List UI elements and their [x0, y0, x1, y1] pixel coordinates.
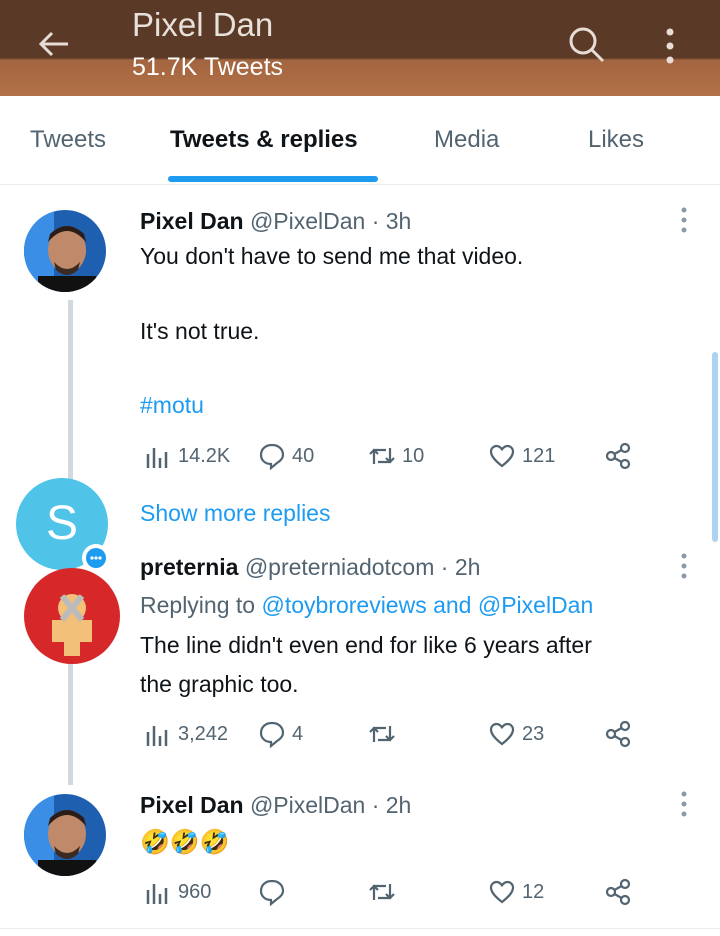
- avatar[interactable]: [24, 210, 106, 292]
- views-icon: [146, 726, 168, 746]
- back-arrow-icon[interactable]: [36, 26, 72, 62]
- profile-tabs: Tweets Tweets & replies Media Likes: [0, 96, 720, 185]
- retweet-button[interactable]: 10: [368, 442, 424, 470]
- scrollbar[interactable]: [712, 352, 718, 542]
- heart-icon: [489, 722, 515, 746]
- tweet-menu-icon[interactable]: [680, 206, 688, 234]
- replying-to: Replying to @toybroreviews and @PixelDan: [140, 592, 593, 619]
- views-icon: [146, 884, 168, 904]
- tweet-text: the graphic too.: [140, 671, 299, 697]
- retweet-icon: [369, 884, 395, 900]
- active-tab-indicator: [168, 176, 378, 182]
- tweet-emoji: 🤣🤣🤣: [140, 829, 230, 856]
- author-name[interactable]: Pixel Dan: [140, 208, 244, 234]
- like-button[interactable]: 121: [488, 442, 555, 470]
- views-icon: [146, 448, 168, 468]
- reply-button[interactable]: 4: [258, 720, 303, 748]
- tab-likes[interactable]: Likes: [588, 126, 644, 154]
- replying-to-label: Replying to: [140, 592, 256, 618]
- tweet-menu-icon[interactable]: [680, 552, 688, 580]
- more-options-icon[interactable]: [660, 26, 680, 66]
- like-count: 121: [522, 444, 556, 467]
- share-button[interactable]: [604, 442, 632, 470]
- profile-header: Pixel Dan 51.7K Tweets: [0, 0, 720, 96]
- heart-icon: [489, 444, 515, 468]
- message-bubble-icon: [86, 548, 106, 568]
- share-icon: [605, 878, 631, 906]
- author-handle-time[interactable]: @preterniadotcom · 2h: [245, 554, 481, 580]
- replying-to-link[interactable]: @toybroreviews and @PixelDan: [261, 592, 593, 618]
- tweet-header: preternia @preterniadotcom · 2h: [140, 554, 480, 581]
- like-count: 23: [522, 722, 545, 745]
- share-icon: [605, 442, 631, 470]
- profile-name: Pixel Dan: [132, 6, 274, 43]
- reply-button[interactable]: 40: [258, 442, 314, 470]
- views-count: 3,242: [178, 722, 229, 745]
- views-count: 14.2K: [178, 444, 231, 467]
- tweet-text: You don't have to send me that video.: [140, 243, 524, 269]
- reply-icon: [259, 721, 285, 748]
- tab-tweets[interactable]: Tweets: [30, 126, 106, 154]
- hashtag-link[interactable]: #motu: [140, 392, 204, 419]
- views-button[interactable]: 3,242: [144, 720, 228, 748]
- like-count: 12: [522, 880, 545, 903]
- tweet-menu-icon[interactable]: [680, 790, 688, 818]
- tweet-actions: 3,242 4 23: [140, 720, 640, 750]
- like-button[interactable]: 23: [488, 720, 544, 748]
- tweet-actions: 960 12: [140, 878, 640, 908]
- avatar[interactable]: [24, 568, 120, 664]
- reply-icon: [259, 443, 285, 470]
- retweet-icon: [369, 448, 395, 464]
- retweet-icon: [369, 726, 395, 742]
- reply-count: 40: [292, 444, 315, 467]
- author-handle-time[interactable]: @PixelDan · 3h: [250, 208, 411, 234]
- author-name[interactable]: Pixel Dan: [140, 792, 244, 818]
- tab-media[interactable]: Media: [434, 126, 499, 154]
- reply-count: 4: [292, 722, 304, 745]
- views-button[interactable]: 14.2K: [144, 442, 230, 470]
- tweet-count: 51.7K Tweets: [132, 53, 284, 81]
- share-button[interactable]: [604, 878, 632, 906]
- show-more-replies-link[interactable]: Show more replies: [140, 500, 330, 527]
- tab-tweets-and-replies[interactable]: Tweets & replies: [170, 126, 358, 154]
- tweet-header: Pixel Dan @PixelDan · 2h: [140, 792, 411, 819]
- thread-line: [68, 300, 73, 485]
- tweet-text: The line didn't even end for like 6 year…: [140, 632, 592, 658]
- like-button[interactable]: 12: [488, 878, 544, 906]
- thread-line: [68, 655, 73, 785]
- retweet-button[interactable]: [368, 720, 402, 748]
- views-button[interactable]: 960: [144, 878, 211, 906]
- author-handle-time[interactable]: @PixelDan · 2h: [250, 792, 411, 818]
- author-name[interactable]: preternia: [140, 554, 238, 580]
- tweet-actions: 14.2K 40 10 121: [140, 442, 640, 472]
- views-count: 960: [178, 880, 212, 903]
- heart-icon: [489, 880, 515, 904]
- tweet-text: It's not true.: [140, 318, 260, 344]
- retweet-count: 10: [402, 444, 425, 467]
- share-icon: [605, 720, 631, 748]
- tweet-header: Pixel Dan @PixelDan · 3h: [140, 208, 411, 235]
- share-button[interactable]: [604, 720, 632, 748]
- divider: [0, 928, 720, 929]
- search-icon[interactable]: [566, 24, 606, 64]
- reply-icon: [259, 879, 285, 906]
- reply-button[interactable]: [258, 878, 292, 906]
- badge: [82, 544, 110, 572]
- retweet-button[interactable]: [368, 878, 402, 906]
- avatar[interactable]: [24, 794, 106, 876]
